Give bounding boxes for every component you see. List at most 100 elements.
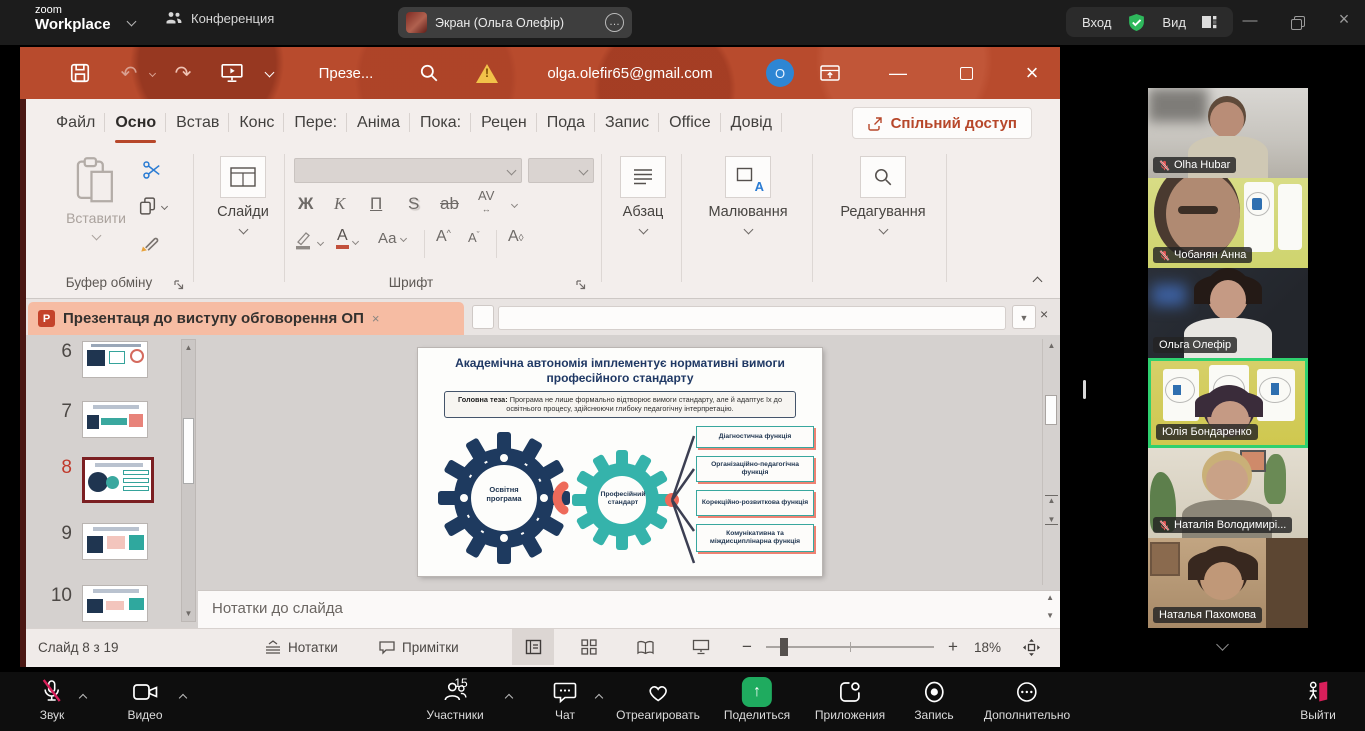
account-email[interactable]: olga.olefir65@gmail.com	[510, 47, 750, 99]
notes-scroll-up-icon[interactable]: ▲	[1046, 593, 1054, 602]
font-size-select[interactable]	[528, 158, 594, 183]
video-button[interactable]: Видео	[127, 678, 162, 722]
scroll-up-icon[interactable]: ▲	[182, 343, 195, 352]
undo-button[interactable]: ↶	[112, 47, 146, 99]
next-slide-button[interactable]: ▼	[1045, 515, 1058, 525]
share-access-button[interactable]: Спільний доступ	[852, 107, 1032, 139]
thumbnail-row-8-selected[interactable]: 8	[38, 457, 154, 503]
reading-view-button[interactable]	[624, 629, 666, 665]
new-tab-button[interactable]	[472, 305, 494, 329]
highlight-color-button[interactable]	[294, 230, 323, 250]
canvas-scrollbar[interactable]: ▲ ▲ ▼	[1042, 339, 1058, 585]
clipboard-dialog-launcher[interactable]	[174, 280, 184, 290]
chat-options-chevron[interactable]	[596, 688, 602, 706]
thumbnail-row-6[interactable]: 6	[38, 341, 148, 378]
normal-view-button[interactable]	[512, 629, 554, 665]
redo-button[interactable]: ↷	[166, 47, 200, 99]
participant-video-natalya-pakhomova[interactable]: Наталья Пахомова	[1148, 538, 1308, 628]
copy-dropdown-chevron[interactable]	[161, 202, 168, 209]
paragraph-chevron[interactable]	[638, 225, 648, 235]
apps-button[interactable]: Приложения	[815, 678, 885, 722]
slideshow-view-button[interactable]	[680, 629, 722, 665]
zoom-slider[interactable]	[766, 629, 934, 665]
spacing-chevron[interactable]	[511, 201, 518, 208]
ribbon-tab-insert[interactable]: Встав	[166, 99, 229, 146]
editing-chevron[interactable]	[878, 225, 888, 235]
thumbnail-scrollbar[interactable]: ▲ ▼	[181, 339, 196, 622]
participants-collapse-button[interactable]	[1218, 636, 1227, 654]
canvas-scrollbar-thumb[interactable]	[1045, 395, 1057, 425]
participant-video-nataliya-volodymyri[interactable]: Наталія Володимирі...	[1148, 448, 1308, 538]
slide-thumbnail-selected[interactable]	[82, 457, 154, 503]
collapse-ribbon-chevron[interactable]	[1033, 277, 1043, 287]
window-close-button[interactable]: ×	[1330, 9, 1358, 30]
character-spacing-button[interactable]: AV↔	[478, 190, 494, 213]
slide-thumbnail[interactable]	[82, 401, 148, 438]
ribbon-tab-transitions[interactable]: Пере:	[284, 99, 347, 146]
slides-dropdown-chevron[interactable]	[238, 225, 248, 235]
zoom-percentage[interactable]: 18%	[974, 629, 1001, 665]
document-tab[interactable]: P Презентаця до виступу обговорення ОП ×	[28, 302, 464, 335]
audio-button[interactable]: Звук	[40, 678, 65, 722]
ribbon-tab-home[interactable]: Осно	[105, 99, 166, 146]
tab-list-dropdown[interactable]: ▼	[1012, 305, 1036, 329]
fit-to-window-button[interactable]	[1022, 629, 1041, 665]
underline-button[interactable]: П	[370, 194, 382, 214]
paragraph-button[interactable]: Абзац	[610, 156, 676, 237]
format-painter-button[interactable]	[138, 234, 160, 255]
thumbnail-row-10[interactable]: 10	[38, 585, 148, 622]
paste-button[interactable]: Вставити	[60, 156, 132, 244]
ppt-close-button[interactable]: ×	[1012, 47, 1052, 99]
ribbon-tab-design[interactable]: Конс	[229, 99, 284, 146]
slide-sorter-view-button[interactable]	[568, 629, 610, 665]
comments-button[interactable]: Примітки	[378, 629, 459, 665]
scroll-down-icon[interactable]: ▼	[182, 609, 195, 618]
font-dialog-launcher[interactable]	[576, 280, 586, 290]
close-pane-icon[interactable]: ×	[1040, 306, 1048, 322]
ribbon-tab-record[interactable]: Запис	[595, 99, 659, 146]
ribbon-tab-office[interactable]: Office	[659, 99, 721, 146]
font-name-select[interactable]	[294, 158, 522, 183]
slideshow-button[interactable]	[212, 47, 252, 99]
thumbnail-row-9[interactable]: 9	[38, 523, 148, 560]
slide-thumbnail[interactable]	[82, 341, 148, 378]
shrink-font-button[interactable]: Аˇ	[468, 230, 480, 245]
signin-button[interactable]: Вход	[1082, 15, 1111, 30]
account-avatar[interactable]: O	[760, 47, 800, 99]
slide-thumbnail[interactable]	[82, 523, 148, 560]
ellipsis-icon[interactable]: …	[605, 13, 624, 32]
copy-button[interactable]	[138, 196, 167, 216]
audio-options-chevron[interactable]	[80, 688, 86, 706]
drawing-button[interactable]: А Малювання	[690, 156, 806, 237]
text-shadow-button[interactable]: S	[408, 194, 419, 214]
change-case-button[interactable]: Аа	[378, 230, 406, 247]
ppt-maximize-button[interactable]	[946, 47, 986, 99]
ribbon-tab-review[interactable]: Рецен	[471, 99, 537, 146]
zoom-in-button[interactable]: +	[948, 629, 958, 665]
ribbon-tab-view[interactable]: Пода	[537, 99, 595, 146]
tab-shared-screen[interactable]: Экран (Ольга Олефір) …	[398, 7, 632, 38]
slide-thumbnail[interactable]	[82, 585, 148, 622]
new-slide-button[interactable]: Слайди	[204, 156, 282, 237]
zoom-out-button[interactable]: −	[742, 629, 752, 665]
warning-icon[interactable]: !	[472, 47, 502, 99]
security-shield-icon[interactable]	[1127, 13, 1146, 32]
chevron-down-icon[interactable]	[127, 17, 137, 27]
grow-font-button[interactable]: А^	[436, 228, 451, 246]
ppt-minimize-button[interactable]: —	[878, 47, 918, 99]
participants-options-chevron[interactable]	[506, 688, 512, 706]
slide-8-canvas[interactable]: Академічна автономія імплементує нормати…	[418, 348, 822, 576]
notes-pane[interactable]: Нотатки до слайда ▲ ▼	[198, 590, 1060, 628]
font-color-button[interactable]: А	[336, 228, 358, 249]
ribbon-tab-animations[interactable]: Аніма	[347, 99, 410, 146]
paste-dropdown-chevron[interactable]	[91, 231, 101, 241]
participant-video-olha-hubar[interactable]: Olha Hubar	[1148, 88, 1308, 178]
ribbon-display-options-button[interactable]	[812, 47, 848, 99]
tab-conference[interactable]: Конференция	[165, 10, 274, 26]
save-button[interactable]	[60, 47, 100, 99]
record-button[interactable]: Запись	[914, 678, 953, 722]
search-button[interactable]	[412, 47, 446, 99]
undo-dropdown-chevron[interactable]	[149, 70, 156, 77]
drawing-chevron[interactable]	[743, 225, 753, 235]
thumbnail-row-7[interactable]: 7	[38, 401, 148, 438]
